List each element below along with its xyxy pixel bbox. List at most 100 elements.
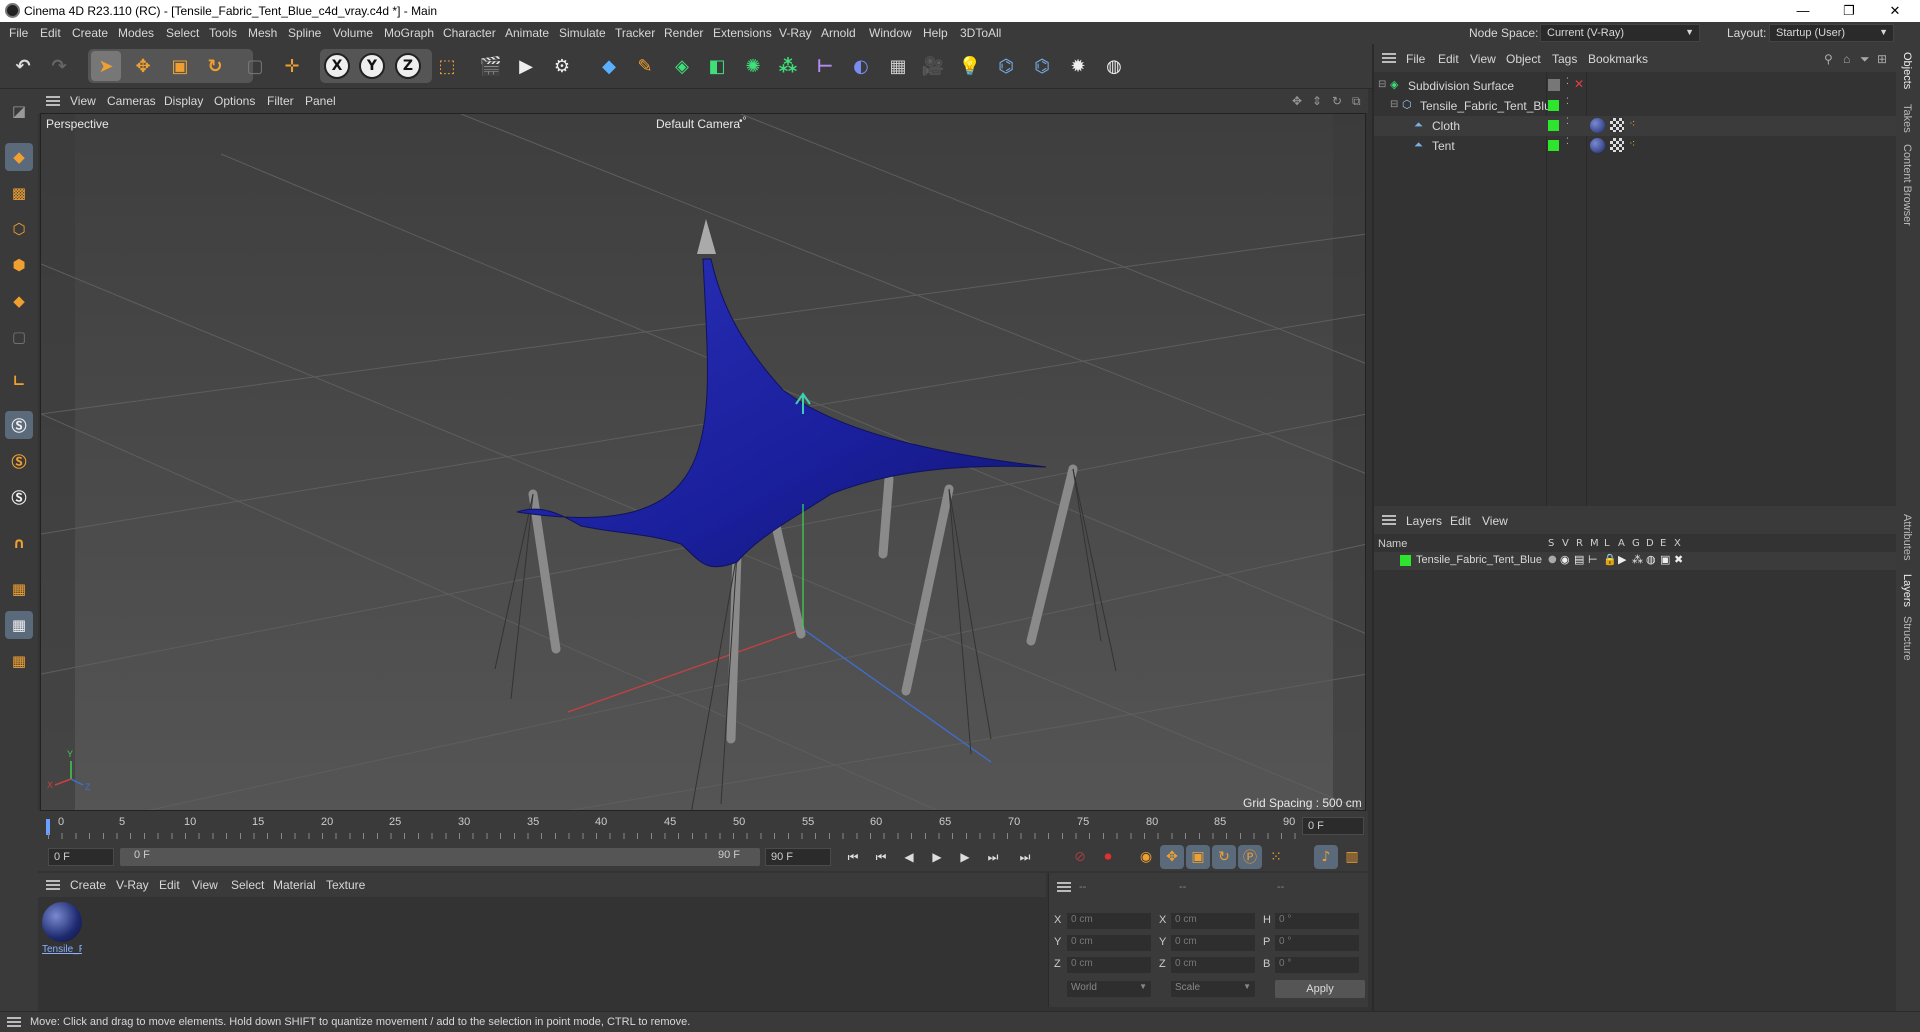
- move-tool-icon[interactable]: ✥: [128, 51, 158, 81]
- key-parameter-icon[interactable]: Ⓟ: [1238, 845, 1262, 869]
- object-menu-object[interactable]: Object: [1506, 52, 1541, 66]
- object-row-cloth[interactable]: ⏶ Cloth ⁚ ⁖: [1374, 116, 1896, 136]
- coordinate-mode-select[interactable]: World ▼: [1067, 981, 1151, 997]
- rot-h-field[interactable]: 0 °: [1275, 913, 1359, 929]
- snap-enable-icon[interactable]: Ⓢ: [5, 411, 33, 439]
- animation-play-icon[interactable]: ▶: [1618, 553, 1626, 566]
- generator-flag-header[interactable]: G: [1632, 538, 1640, 549]
- end-frame-field[interactable]: 90 F: [765, 848, 831, 866]
- menu-render[interactable]: Render: [664, 26, 703, 40]
- lock-icon[interactable]: 🔒: [1603, 553, 1617, 566]
- viewport-menu-filter[interactable]: Filter: [267, 94, 294, 108]
- viewport-menu-view[interactable]: View: [70, 94, 96, 108]
- render-settings-icon[interactable]: ⚙: [547, 51, 577, 81]
- menu-tools[interactable]: Tools: [209, 26, 237, 40]
- expand-icon[interactable]: ⊟: [1390, 99, 1398, 110]
- texture-mode-icon[interactable]: ▩: [5, 179, 33, 207]
- 3d-viewport[interactable]: Perspective Default Camera •° Grid Spaci…: [40, 113, 1366, 811]
- menu-tracker[interactable]: Tracker: [615, 26, 655, 40]
- polygon-mode-icon[interactable]: ◆: [5, 287, 33, 315]
- previous-frame-icon[interactable]: ◀: [898, 846, 920, 868]
- autokey-record-icon[interactable]: ⏺: [1096, 845, 1120, 869]
- render-visibility-dots[interactable]: ⁚: [1566, 117, 1569, 127]
- solo-dot-icon[interactable]: ●: [1548, 554, 1557, 565]
- object-menu-tags[interactable]: Tags: [1552, 52, 1577, 66]
- search-icon[interactable]: ⚲: [1824, 52, 1833, 66]
- material-menu-material[interactable]: Material: [273, 878, 316, 892]
- axis-mode-icon[interactable]: ∟: [5, 367, 33, 395]
- menu-extensions[interactable]: Extensions: [713, 26, 772, 40]
- phong-tag-icon[interactable]: ⁖: [1629, 137, 1635, 150]
- next-key-icon[interactable]: ⏭: [982, 846, 1004, 868]
- quantize-icon[interactable]: Ⓢ: [5, 483, 33, 511]
- motion-system-icon[interactable]: ♪: [1314, 845, 1338, 869]
- deformer-icon[interactable]: ⊢: [810, 51, 840, 81]
- deformer-icon[interactable]: ◍: [1646, 553, 1656, 566]
- python-icon[interactable]: ⌬: [991, 51, 1021, 81]
- editor-visibility-toggle[interactable]: [1548, 79, 1560, 91]
- viewport-menu-icon[interactable]: [46, 96, 60, 106]
- view-flag-header[interactable]: V: [1562, 538, 1569, 549]
- solo-flag-header[interactable]: S: [1548, 538, 1554, 549]
- tab-layers[interactable]: Layers: [1901, 574, 1913, 607]
- vray-globe-icon[interactable]: ◍: [1099, 51, 1129, 81]
- viewport-camera-name[interactable]: Default Camera: [656, 117, 740, 131]
- pen-spline-icon[interactable]: ✎: [630, 51, 660, 81]
- xref-flag-header[interactable]: X: [1674, 538, 1681, 549]
- subdivision-generator-icon[interactable]: ◈: [667, 51, 697, 81]
- render-visibility-dots[interactable]: ⁚: [1566, 137, 1569, 147]
- layout-dropdown[interactable]: Startup (User) ▼: [1769, 24, 1894, 42]
- material-menu-view[interactable]: View: [192, 878, 218, 892]
- coordinates-menu-icon[interactable]: [1057, 882, 1071, 892]
- current-frame-field[interactable]: 0 F: [1302, 817, 1364, 835]
- render-visibility-dots[interactable]: ⁚: [1566, 97, 1569, 107]
- material-tag-icon[interactable]: [1590, 138, 1605, 153]
- locked-workplane-icon[interactable]: ▦: [5, 647, 33, 675]
- lock-flag-header[interactable]: L: [1604, 538, 1610, 549]
- render-region-icon[interactable]: 🎬: [476, 51, 506, 81]
- pos-z-field[interactable]: 0 cm: [1067, 957, 1151, 973]
- go-to-end-icon[interactable]: ⏭: [1014, 846, 1036, 868]
- key-pla-icon[interactable]: ⁙: [1264, 845, 1288, 869]
- make-editable-icon[interactable]: ◪: [5, 97, 33, 125]
- phong-tag-icon[interactable]: ⁖: [1629, 117, 1635, 130]
- viewport-menu-display[interactable]: Display: [164, 94, 203, 108]
- material-menu-vray[interactable]: V-Ray: [116, 878, 149, 892]
- viewport-maximize-icon[interactable]: ⧉: [1352, 94, 1361, 109]
- field-icon[interactable]: ◐: [846, 51, 876, 81]
- workplane-icon[interactable]: ▦: [5, 575, 33, 603]
- tab-objects[interactable]: Objects: [1901, 52, 1913, 89]
- object-menu-view[interactable]: View: [1470, 52, 1496, 66]
- size-x-field[interactable]: 0 cm: [1171, 913, 1255, 929]
- rot-p-field[interactable]: 0 °: [1275, 935, 1359, 951]
- layer-color-swatch[interactable]: [1400, 555, 1411, 566]
- viewport-menu-panel[interactable]: Panel: [305, 94, 336, 108]
- object-row-tensile-fabric[interactable]: ⊟ ⬡ Tensile_Fabric_Tent_Blue ⁚: [1374, 96, 1896, 116]
- object-menu-file[interactable]: File: [1406, 52, 1425, 66]
- layer-color-swatch[interactable]: [1548, 120, 1559, 131]
- viewport-pan-icon[interactable]: ✥: [1292, 94, 1302, 108]
- extrude-generator-icon[interactable]: ◧: [702, 51, 732, 81]
- menu-edit[interactable]: Edit: [40, 26, 61, 40]
- redo-button[interactable]: ↷: [44, 51, 74, 81]
- frame-range-slider[interactable]: [120, 848, 760, 866]
- tab-takes[interactable]: Takes: [1901, 104, 1913, 133]
- python-script-icon[interactable]: ⌬: [1027, 51, 1057, 81]
- menu-help[interactable]: Help: [923, 26, 948, 40]
- material-menu-icon[interactable]: [46, 880, 60, 890]
- uvw-tag-icon[interactable]: [1610, 118, 1624, 132]
- previous-key-icon[interactable]: ⏮: [870, 846, 892, 868]
- menu-modes[interactable]: Modes: [118, 26, 154, 40]
- render-visibility-dots[interactable]: ⁚: [1566, 77, 1569, 87]
- menu-arnold[interactable]: Arnold: [821, 26, 856, 40]
- snap-settings-icon[interactable]: Ⓢ: [5, 447, 33, 475]
- new-window-icon[interactable]: ⊞: [1877, 52, 1887, 66]
- coordinate-system-icon[interactable]: ⬚: [432, 51, 462, 81]
- size-mode-select[interactable]: Scale ▼: [1171, 981, 1255, 997]
- deformer-flag-header[interactable]: D: [1646, 538, 1654, 549]
- y-axis-toggle[interactable]: Y: [357, 51, 387, 81]
- home-icon[interactable]: ⌂: [1843, 52, 1850, 66]
- status-menu-icon[interactable]: [7, 1017, 21, 1027]
- x-axis-toggle[interactable]: X: [322, 51, 352, 81]
- start-frame-field[interactable]: 0 F: [48, 848, 114, 866]
